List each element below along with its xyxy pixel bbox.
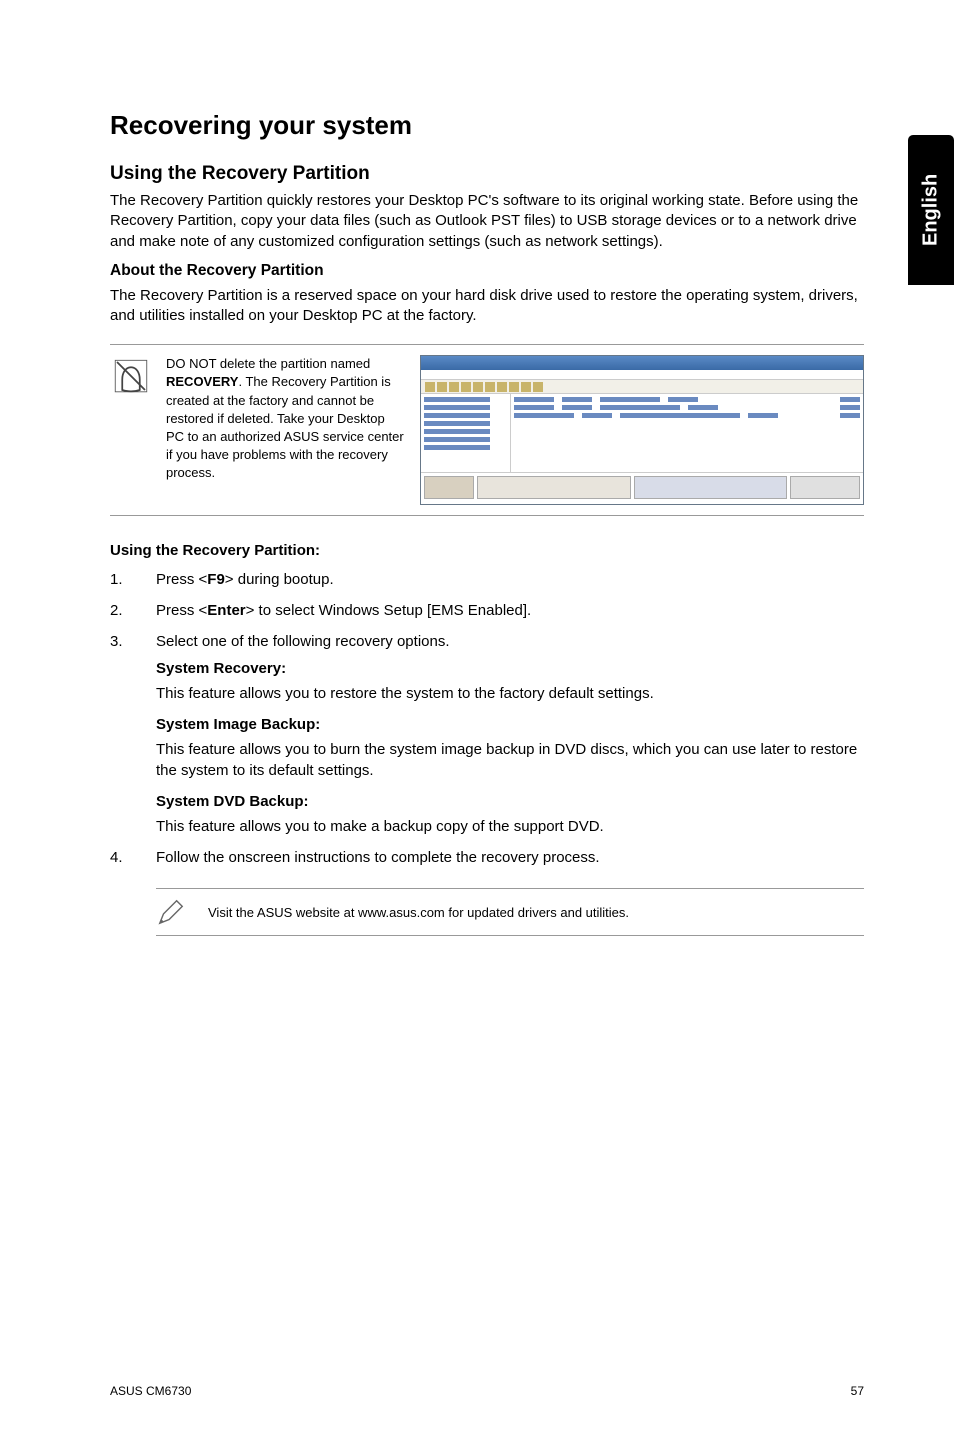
step-2: Press <Enter> to select Windows Setup [E… bbox=[110, 600, 864, 621]
footer-page-number: 57 bbox=[851, 1384, 864, 1398]
page-footer: ASUS CM6730 57 bbox=[110, 1364, 864, 1398]
using-partition-heading: Using the Recovery Partition: bbox=[110, 542, 864, 559]
warning-callout: DO NOT delete the partition named RECOVE… bbox=[110, 344, 864, 516]
option-system-recovery-title: System Recovery: bbox=[156, 658, 864, 679]
step-3: Select one of the following recovery opt… bbox=[110, 631, 864, 837]
step-1: Press <F9> during bootup. bbox=[110, 569, 864, 590]
section-body-about: The Recovery Partition is a reserved spa… bbox=[110, 286, 864, 327]
option-system-recovery-body: This feature allows you to restore the s… bbox=[156, 683, 864, 704]
language-tab: English bbox=[908, 135, 954, 285]
section-body-using: The Recovery Partition quickly restores … bbox=[110, 191, 864, 252]
section-heading-about: About the Recovery Partition bbox=[110, 262, 864, 280]
option-image-backup-title: System Image Backup: bbox=[156, 714, 864, 735]
disk-management-screenshot bbox=[420, 355, 864, 505]
step-4: Follow the onscreen instructions to comp… bbox=[110, 847, 864, 868]
option-dvd-backup-title: System DVD Backup: bbox=[156, 791, 864, 812]
note-text: Visit the ASUS website at www.asus.com f… bbox=[208, 905, 629, 920]
option-dvd-backup-body: This feature allows you to make a backup… bbox=[156, 816, 864, 837]
option-image-backup-body: This feature allows you to burn the syst… bbox=[156, 739, 864, 781]
warning-text: DO NOT delete the partition named RECOVE… bbox=[166, 355, 406, 482]
pencil-icon bbox=[156, 897, 190, 927]
note-callout: Visit the ASUS website at www.asus.com f… bbox=[156, 888, 864, 936]
section-heading-using: Using the Recovery Partition bbox=[110, 163, 864, 185]
footer-model: ASUS CM6730 bbox=[110, 1384, 191, 1398]
hand-stop-icon bbox=[110, 355, 152, 397]
page-title: Recovering your system bbox=[110, 110, 864, 141]
